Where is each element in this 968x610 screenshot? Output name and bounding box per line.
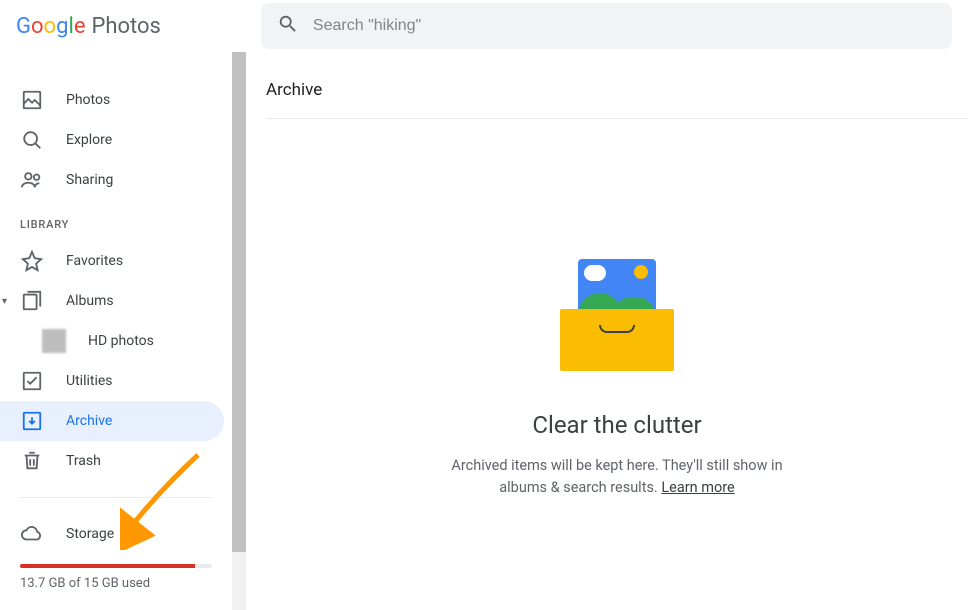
- google-photos-logo[interactable]: Google Photos: [16, 14, 161, 39]
- sidebar-item-label: Utilities: [66, 373, 113, 389]
- people-icon: [20, 168, 44, 192]
- sidebar-item-trash[interactable]: Trash: [0, 441, 224, 481]
- trash-icon: [20, 449, 44, 473]
- album-sub-item[interactable]: HD photos: [0, 321, 232, 361]
- cloud-icon: [20, 522, 44, 546]
- sidebar-item-photos[interactable]: Photos: [0, 80, 224, 120]
- empty-state: Clear the clutter Archived items will be…: [266, 119, 968, 499]
- album-sub-label: HD photos: [88, 333, 154, 349]
- sidebar-item-explore[interactable]: Explore: [0, 120, 224, 160]
- empty-heading: Clear the clutter: [266, 411, 968, 439]
- sidebar: Photos Explore Sharing LIBRARY Favorites…: [0, 52, 232, 610]
- empty-description: Archived items will be kept here. They'l…: [266, 455, 968, 499]
- sidebar-item-label: Storage: [66, 526, 114, 542]
- album-icon: [20, 289, 44, 313]
- library-section-header: LIBRARY: [0, 200, 232, 241]
- storage-usage-text: 13.7 GB of 15 GB used: [0, 574, 232, 593]
- archive-icon: [20, 409, 44, 433]
- page-title: Archive: [266, 80, 968, 119]
- search-bar[interactable]: [261, 3, 952, 49]
- scrollbar[interactable]: [232, 52, 246, 610]
- sidebar-item-label: Trash: [66, 453, 101, 469]
- archive-illustration: [560, 259, 674, 371]
- search-icon: [277, 13, 313, 39]
- star-icon: [20, 249, 44, 273]
- storage-progress-fill: [20, 564, 195, 568]
- search-input[interactable]: [313, 17, 936, 35]
- sidebar-item-albums[interactable]: ▾ Albums: [0, 281, 224, 321]
- sidebar-item-utilities[interactable]: Utilities: [0, 361, 224, 401]
- main-content: Archive Clear the clutter Archived items…: [246, 52, 968, 610]
- logo-product-label: Photos: [91, 14, 160, 39]
- sidebar-item-storage[interactable]: Storage: [0, 514, 224, 554]
- sidebar-item-archive[interactable]: Archive: [0, 401, 224, 441]
- sidebar-item-sharing[interactable]: Sharing: [0, 160, 224, 200]
- utilities-icon: [20, 369, 44, 393]
- sidebar-item-favorites[interactable]: Favorites: [0, 241, 224, 281]
- sidebar-item-label: Favorites: [66, 253, 123, 269]
- learn-more-link[interactable]: Learn more: [661, 479, 734, 496]
- sidebar-item-label: Sharing: [66, 172, 113, 188]
- album-thumbnail: [42, 329, 66, 353]
- scrollbar-thumb[interactable]: [232, 52, 246, 552]
- sidebar-item-label: Photos: [66, 92, 110, 108]
- search-icon: [20, 128, 44, 152]
- divider: [20, 497, 212, 498]
- sidebar-item-label: Explore: [66, 132, 112, 148]
- chevron-down-icon[interactable]: ▾: [2, 296, 7, 307]
- sidebar-item-label: Archive: [66, 413, 112, 429]
- photo-icon: [20, 88, 44, 112]
- header: Google Photos: [0, 0, 968, 52]
- sidebar-item-label: Albums: [66, 293, 114, 309]
- storage-progress-bar: [20, 564, 212, 568]
